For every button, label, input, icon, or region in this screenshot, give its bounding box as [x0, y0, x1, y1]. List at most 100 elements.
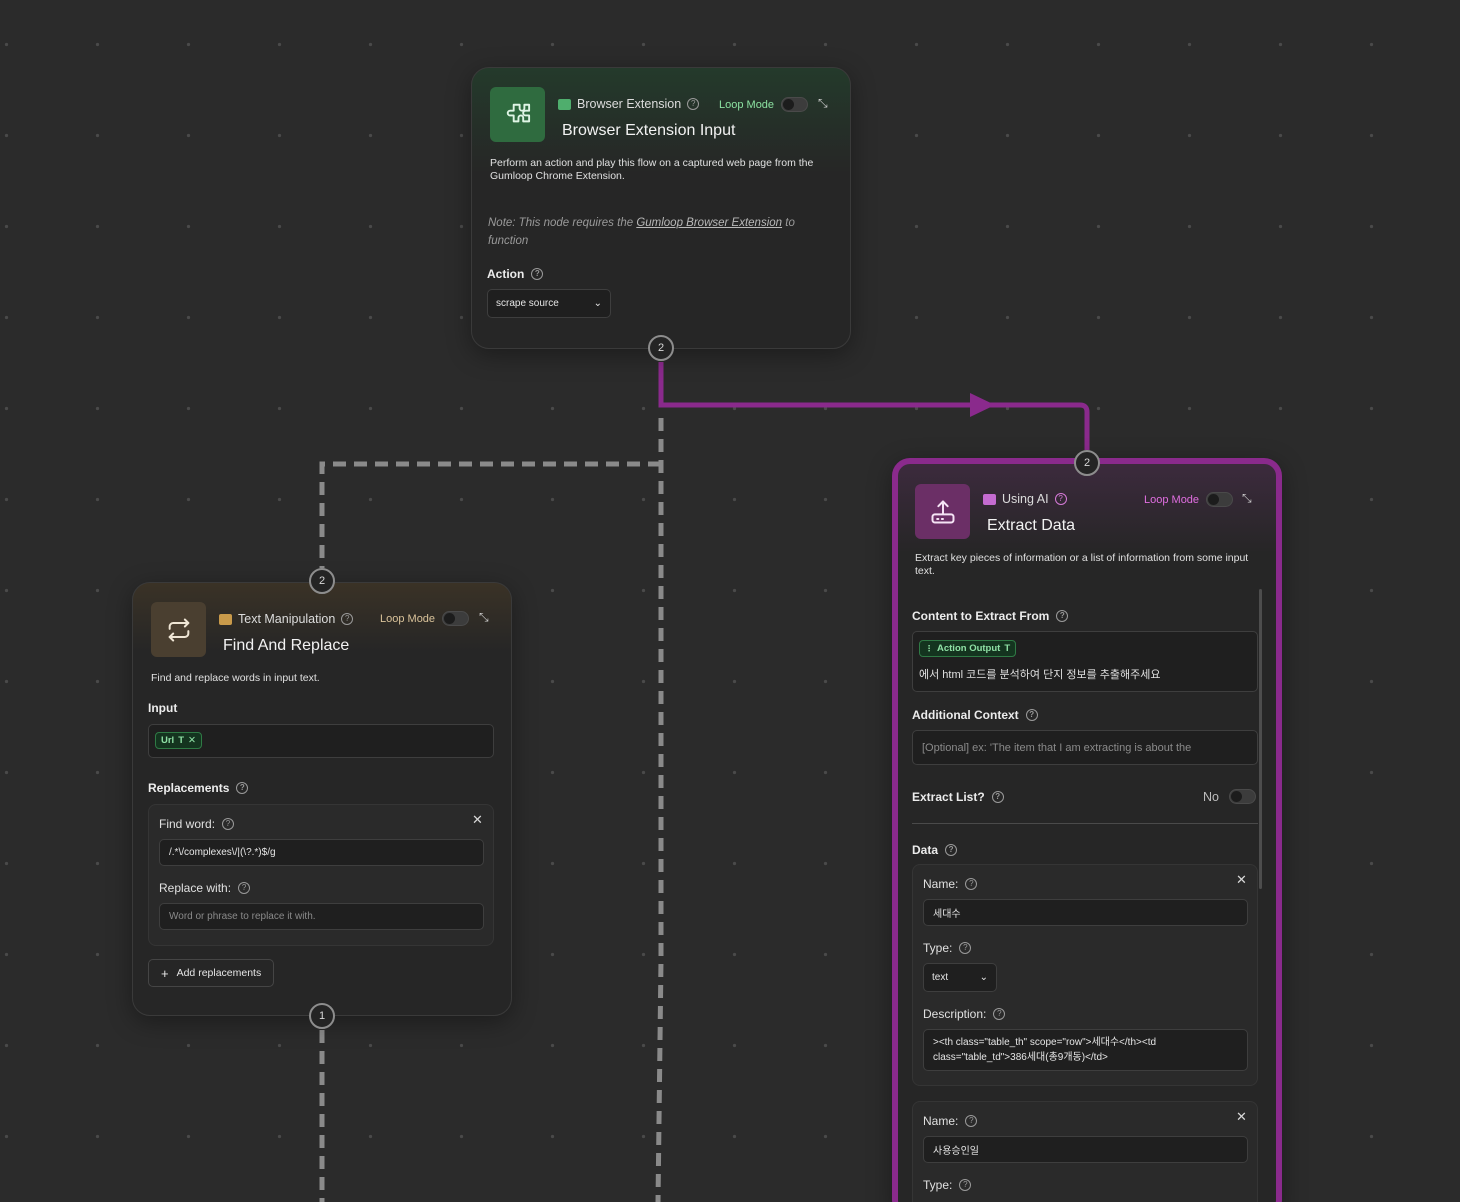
help-icon[interactable]: ? [1025, 709, 1038, 721]
input-label-text: Input [148, 701, 178, 715]
type-label: Type: ? [923, 941, 972, 955]
collapse-icon[interactable]: ⤡ [1242, 491, 1252, 506]
input-label: Input [148, 701, 177, 715]
drag-handle-icon: ⋮ [925, 644, 933, 653]
node-title: Find And Replace [223, 637, 350, 654]
input-port[interactable]: 2 [1074, 450, 1100, 476]
loop-mode-label: Loop Mode [1144, 494, 1200, 506]
name-label-text: Name: [923, 1114, 959, 1128]
help-icon[interactable]: ? [238, 882, 251, 894]
help-icon[interactable]: ? [945, 844, 958, 856]
help-icon[interactable]: ? [1054, 493, 1067, 505]
url-chip[interactable]: Url T ✕ [155, 732, 202, 749]
plus-icon: + [161, 965, 169, 981]
type-label-text: Type: [923, 1178, 953, 1192]
category-label: Browser Extension [577, 97, 682, 111]
category-label: Using AI [1002, 492, 1049, 506]
extract-data-node[interactable]: Using AI ? Loop Mode ⤡ Extract Data Extr… [892, 458, 1282, 1202]
browser-extension-node[interactable]: Browser Extension ? Loop Mode ⤡ Browser … [471, 67, 851, 349]
name-label-text: Name: [923, 877, 959, 891]
node-description: Extract key pieces of information or a l… [915, 552, 1249, 577]
chevron-down-icon: ⌄ [593, 298, 602, 309]
find-word-input[interactable]: /.*\/complexes\/|(\?.*)$/g [159, 839, 484, 866]
description-input[interactable]: ><th class="table_th" scope="row">세대수</t… [923, 1029, 1248, 1071]
help-icon[interactable]: ? [959, 1179, 972, 1191]
output-port[interactable]: 2 [648, 335, 674, 361]
add-replacements-button[interactable]: + Add replacements [148, 959, 275, 987]
extract-list-label: Extract List? ? [912, 790, 1004, 804]
collapse-icon[interactable]: ⤡ [479, 610, 489, 625]
help-icon[interactable]: ? [531, 268, 544, 280]
collapse-icon[interactable]: ⤡ [818, 96, 828, 111]
find-word-label: Find word: ? [159, 817, 235, 831]
type-label-text: Type: [923, 941, 953, 955]
name-input[interactable]: 세대수 [923, 899, 1248, 926]
help-icon[interactable]: ? [965, 1115, 978, 1127]
replacements-label: Replacements ? [148, 781, 249, 795]
loop-mode-label: Loop Mode [380, 613, 436, 625]
help-icon[interactable]: ? [1056, 610, 1069, 622]
help-icon[interactable]: ? [222, 818, 235, 830]
upload-tray-icon [915, 484, 970, 539]
scrollbar[interactable] [1259, 589, 1262, 889]
content-label-text: Content to Extract From [912, 609, 1050, 623]
dashed-edge-down [655, 418, 664, 1202]
action-select[interactable]: scrape source ⌄ [487, 289, 611, 318]
extension-note: Note: This node requires the Gumloop Bro… [488, 214, 838, 250]
help-icon[interactable]: ? [687, 98, 700, 110]
remove-item-icon[interactable]: ✕ [1236, 1109, 1247, 1125]
extract-list-toggle[interactable] [1229, 789, 1256, 804]
output-port[interactable]: 1 [309, 1003, 335, 1029]
remove-replacement-icon[interactable]: ✕ [472, 812, 483, 828]
loop-mode-label: Loop Mode [719, 99, 775, 111]
context-input[interactable]: [Optional] ex: 'The item that I am extra… [912, 730, 1258, 765]
data-label: Data ? [912, 843, 958, 857]
chevron-down-icon: ⌄ [979, 972, 988, 983]
browser-badge-icon [558, 98, 571, 110]
description-text: ><th class="table_th" scope="row">세대수</t… [933, 1037, 1157, 1063]
text-badge-icon [219, 613, 232, 625]
text-type-icon: T [1004, 643, 1011, 654]
replace-with-label-text: Replace with: [159, 881, 232, 895]
action-label: Action ? [487, 267, 544, 281]
help-icon[interactable]: ? [959, 942, 972, 954]
name-input[interactable]: 사용승인일 [923, 1136, 1248, 1163]
data-item-card: Name: ? ✕ 사용승인일 Type: ? [912, 1101, 1258, 1202]
extension-link[interactable]: Gumloop Browser Extension [636, 217, 782, 229]
context-label-text: Additional Context [912, 708, 1019, 722]
help-icon[interactable]: ? [991, 791, 1004, 803]
replacements-label-text: Replacements [148, 781, 230, 795]
edge-arrow [970, 393, 995, 417]
loop-mode-toggle[interactable] [442, 611, 469, 626]
node-category: Browser Extension ? [558, 97, 700, 111]
content-text: 에서 html 코드를 분석하여 단지 정보를 추출해주세요 [919, 669, 1161, 681]
url-chip-label: Url [161, 735, 175, 746]
replace-with-input[interactable]: Word or phrase to replace it with. [159, 903, 484, 930]
text-type-icon: T [178, 735, 185, 746]
remove-chip-icon[interactable]: ✕ [188, 735, 196, 746]
loop-mode-toggle[interactable] [1206, 492, 1233, 507]
content-label: Content to Extract From ? [912, 609, 1069, 623]
input-port[interactable]: 2 [309, 568, 335, 594]
type-select[interactable]: text ⌄ [923, 963, 997, 992]
help-icon[interactable]: ? [993, 1008, 1006, 1020]
node-description: Find and replace words in input text. [151, 672, 320, 684]
type-label: Type: ? [923, 1178, 972, 1192]
loop-mode-toggle[interactable] [781, 97, 808, 112]
type-select-value: text [932, 972, 949, 983]
ai-badge-icon [983, 493, 996, 505]
extract-list-label-text: Extract List? [912, 790, 985, 804]
action-output-chip[interactable]: ⋮ Action Output T [919, 640, 1017, 657]
remove-item-icon[interactable]: ✕ [1236, 872, 1247, 888]
replacement-card: Find word: ? ✕ /.*\/complexes\/|(\?.*)$/… [148, 804, 494, 946]
action-output-label: Action Output [937, 643, 1001, 654]
action-select-value: scrape source [496, 298, 559, 309]
category-label: Text Manipulation [238, 612, 336, 626]
help-icon[interactable]: ? [341, 613, 354, 625]
find-replace-node[interactable]: Text Manipulation ? Loop Mode ⤡ Find And… [132, 582, 512, 1016]
swap-arrows-icon [151, 602, 206, 657]
help-icon[interactable]: ? [236, 782, 249, 794]
help-icon[interactable]: ? [965, 878, 978, 890]
active-edge [658, 362, 1090, 450]
replace-with-label: Replace with: ? [159, 881, 251, 895]
